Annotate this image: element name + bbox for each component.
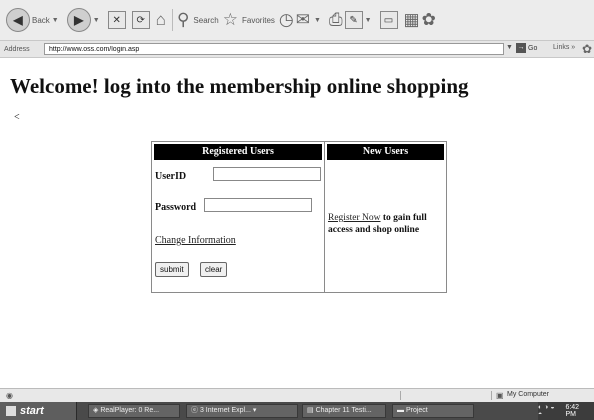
task-label: RealPlayer: 0 Re... <box>100 407 160 414</box>
start-label: start <box>20 405 44 417</box>
back-dropdown-icon[interactable]: ▼ <box>52 17 59 24</box>
change-information-link[interactable]: Change Information <box>155 235 236 246</box>
submit-button[interactable]: submit <box>155 262 189 277</box>
back-label: Back <box>32 15 50 25</box>
back-button[interactable]: ◀ Back ▼ <box>6 8 63 32</box>
toolbar-extra-icon[interactable]: ✿ <box>582 42 592 56</box>
research-icon[interactable]: ▦ <box>404 10 420 30</box>
edit-button[interactable]: ✎ ▼ <box>344 11 376 29</box>
start-button[interactable]: start <box>0 402 77 420</box>
register-now-link[interactable]: Register Now <box>328 213 381 223</box>
forward-button[interactable]: ▶ ▼ <box>66 8 104 32</box>
task-project-folder[interactable]: ▬ Project <box>392 404 474 418</box>
address-dropdown-icon[interactable]: ▼ <box>506 44 513 51</box>
edit-dropdown-icon[interactable]: ▼ <box>365 17 372 24</box>
toolbar-divider <box>171 9 173 31</box>
registered-users-panel: Registered Users UserID Password Change … <box>152 142 325 292</box>
register-description: Register Now to gain full access and sho… <box>328 212 446 236</box>
system-tray: ◐ ◑ ◒ ◓ 6:42 PM <box>538 402 594 420</box>
task-label: 3 Internet Expl... <box>199 407 251 414</box>
mail-dropdown-icon[interactable]: ▼ <box>314 17 321 24</box>
computer-icon: ▣ <box>496 391 504 400</box>
page-status-icon: ◉ <box>6 391 13 400</box>
page-title: Welcome! log into the membership online … <box>10 74 469 98</box>
clear-button[interactable]: clear <box>200 262 228 277</box>
registered-users-header: Registered Users <box>154 144 322 160</box>
stop-icon[interactable]: ✕ <box>107 11 126 29</box>
password-label: Password <box>155 202 197 213</box>
forward-dropdown-icon[interactable]: ▼ <box>93 17 100 24</box>
go-button[interactable]: → Go <box>516 43 537 53</box>
address-bar: Address ▼ → Go Links » ✿ <box>0 40 594 58</box>
page-content: Welcome! log into the membership online … <box>0 58 594 388</box>
task-label: Project <box>405 407 428 414</box>
task-realplayer[interactable]: ◈ RealPlayer: 0 Re... <box>88 404 180 418</box>
task-label: Chapter 11 Testi... <box>315 407 372 414</box>
mail-button[interactable]: ✉ ▼ <box>296 10 325 30</box>
refresh-icon[interactable]: ⟳ <box>131 11 150 29</box>
go-arrow-icon: → <box>516 43 526 53</box>
folder-icon: ▬ <box>397 407 406 414</box>
back-link[interactable]: < <box>14 112 20 123</box>
links-button[interactable]: Links » <box>553 44 575 51</box>
messenger-icon[interactable]: ✿ <box>422 10 436 30</box>
tray-icons[interactable]: ◐ ◑ ◒ ◓ <box>538 404 559 418</box>
word-document-icon: ▤ <box>307 407 316 414</box>
password-input[interactable] <box>204 198 312 212</box>
links-label: Links <box>553 44 570 51</box>
address-input[interactable] <box>44 43 504 55</box>
favorites-label: Favorites <box>242 15 275 25</box>
new-users-header: New Users <box>327 144 444 160</box>
login-table: Registered Users UserID Password Change … <box>151 141 447 293</box>
mail-icon: ✉ <box>295 10 311 29</box>
search-icon: ⚲ <box>176 10 190 29</box>
internet-explorer-icon: ⓔ <box>191 407 200 414</box>
clock: 6:42 PM <box>565 404 580 418</box>
address-label: Address <box>4 45 30 53</box>
security-zone-label: My Computer <box>507 391 550 398</box>
forward-arrow-icon: ▶ <box>66 8 91 32</box>
history-icon[interactable]: ◷ <box>279 10 294 30</box>
status-divider <box>400 391 492 400</box>
browser-toolbar: ◀ Back ▼ ▶ ▼ ✕ ⟳ ⌂ ⚲ Search ☆ Favorites … <box>0 0 594 40</box>
search-button[interactable]: ⚲ Search <box>177 10 219 30</box>
back-arrow-icon: ◀ <box>6 8 30 32</box>
userid-label: UserID <box>155 171 187 182</box>
userid-input[interactable] <box>213 167 321 181</box>
windows-logo-icon <box>6 406 16 416</box>
task-chapter-document[interactable]: ▤ Chapter 11 Testi... <box>302 404 386 418</box>
task-internet-explorer[interactable]: ⓔ 3 Internet Expl... ▾ <box>186 404 298 418</box>
status-bar: ◉ ▣ My Computer <box>0 388 594 402</box>
favorites-star-icon: ☆ <box>222 10 239 29</box>
favorites-button[interactable]: ☆ Favorites <box>223 10 275 30</box>
home-icon[interactable]: ⌂ <box>156 10 166 30</box>
search-label: Search <box>193 15 219 25</box>
print-icon[interactable]: ⎙ <box>329 10 343 30</box>
go-label: Go <box>528 44 538 52</box>
edit-icon: ✎ <box>344 11 363 29</box>
taskbar: start ◈ RealPlayer: 0 Re... ⓔ 3 Internet… <box>0 402 594 420</box>
new-users-panel: New Users Register Now to gain full acce… <box>325 142 446 292</box>
discuss-icon[interactable]: ▭ <box>379 11 398 29</box>
